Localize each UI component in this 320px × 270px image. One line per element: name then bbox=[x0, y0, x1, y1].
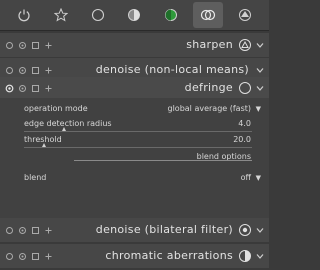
multi-instance-icon[interactable] bbox=[31, 84, 40, 93]
threshold-marker[interactable] bbox=[42, 143, 46, 147]
presets-icon[interactable] bbox=[5, 252, 14, 261]
blend-combobox[interactable]: blend off ▼ bbox=[0, 171, 269, 185]
tab-basic[interactable] bbox=[83, 2, 113, 28]
module-title: denoise (bilateral filter) bbox=[95, 223, 233, 236]
correct-icon bbox=[200, 9, 215, 21]
presets-icon[interactable] bbox=[5, 41, 14, 50]
chevron-down-icon[interactable] bbox=[256, 226, 264, 234]
reset-icon[interactable] bbox=[18, 226, 27, 235]
dropdown-arrow-icon: ▼ bbox=[255, 174, 261, 182]
multi-instance-icon[interactable] bbox=[31, 41, 40, 50]
multi-instance-icon[interactable] bbox=[31, 252, 40, 261]
power-toggle-icon[interactable] bbox=[44, 41, 53, 50]
operation-mode-value: global average (fast) bbox=[167, 104, 252, 113]
tab-favorites[interactable] bbox=[46, 2, 76, 28]
edge-radius-marker[interactable] bbox=[62, 127, 66, 131]
tab-active-modules[interactable] bbox=[9, 2, 39, 28]
effect-icon bbox=[238, 9, 251, 21]
chevron-down-icon[interactable] bbox=[256, 84, 264, 92]
target-status-icon[interactable] bbox=[238, 223, 252, 237]
power-icon bbox=[18, 9, 30, 22]
blend-label: blend bbox=[24, 173, 47, 182]
triangle-status-icon[interactable] bbox=[238, 38, 252, 52]
power-toggle-icon[interactable] bbox=[44, 252, 53, 261]
module-controls bbox=[5, 77, 53, 99]
module-controls bbox=[5, 33, 53, 57]
module-defringe-header[interactable]: defringe bbox=[0, 77, 269, 99]
module-title: defringe bbox=[184, 81, 233, 94]
operation-mode-label: operation mode bbox=[24, 104, 88, 113]
blend-separator bbox=[74, 160, 252, 161]
circle-icon bbox=[91, 8, 104, 22]
power-on-icon[interactable] bbox=[5, 84, 14, 93]
tab-effect[interactable] bbox=[230, 2, 260, 28]
tab-tone[interactable] bbox=[119, 2, 149, 28]
chevron-down-icon[interactable] bbox=[256, 41, 264, 49]
edge-radius-track[interactable] bbox=[24, 131, 252, 132]
star-icon bbox=[54, 8, 69, 22]
module-controls bbox=[5, 218, 53, 242]
presets-icon[interactable] bbox=[44, 84, 53, 93]
module-defringe-body: operation mode global average (fast) ▼ e… bbox=[0, 98, 269, 218]
module-sharpen-header[interactable]: sharpen bbox=[0, 33, 269, 57]
chevron-down-icon[interactable] bbox=[256, 252, 264, 260]
reset-icon[interactable] bbox=[18, 41, 27, 50]
presets-icon[interactable] bbox=[5, 226, 14, 235]
module-controls bbox=[5, 244, 53, 268]
circle-status-icon[interactable] bbox=[238, 81, 252, 95]
chevron-down-icon[interactable] bbox=[256, 66, 264, 74]
power-toggle-icon[interactable] bbox=[44, 226, 53, 235]
module-denoise-bilateral-header[interactable]: denoise (bilateral filter) bbox=[0, 218, 269, 242]
module-title: chromatic aberrations bbox=[105, 249, 233, 262]
power-toggle-icon[interactable] bbox=[44, 66, 53, 75]
reset-icon[interactable] bbox=[18, 66, 27, 75]
tab-color[interactable] bbox=[156, 2, 186, 28]
reset-icon[interactable] bbox=[18, 252, 27, 261]
tab-correct[interactable] bbox=[192, 2, 223, 28]
blend-value: off bbox=[240, 173, 251, 182]
edge-radius-label: edge detection radius bbox=[24, 119, 112, 128]
threshold-slider[interactable]: threshold 20.0 bbox=[0, 133, 269, 147]
reset-icon[interactable] bbox=[18, 84, 27, 93]
multi-instance-icon[interactable] bbox=[31, 226, 40, 235]
module-title: sharpen bbox=[186, 38, 233, 51]
edge-radius-slider[interactable]: edge detection radius 4.0 bbox=[0, 117, 269, 131]
half-circle-status-icon[interactable] bbox=[238, 249, 252, 263]
threshold-value: 20.0 bbox=[233, 135, 251, 144]
presets-icon[interactable] bbox=[5, 66, 14, 75]
color-circle-icon bbox=[165, 9, 178, 21]
dropdown-arrow-icon: ▼ bbox=[255, 105, 261, 113]
multi-instance-icon[interactable] bbox=[31, 66, 40, 75]
half-circle-icon bbox=[128, 9, 141, 21]
module-group-tabbar bbox=[0, 0, 269, 31]
edge-radius-value: 4.0 bbox=[238, 119, 251, 128]
operation-mode-combobox[interactable]: operation mode global average (fast) ▼ bbox=[0, 102, 269, 116]
module-chromatic-header[interactable]: chromatic aberrations bbox=[0, 244, 269, 268]
threshold-track[interactable] bbox=[24, 147, 252, 148]
